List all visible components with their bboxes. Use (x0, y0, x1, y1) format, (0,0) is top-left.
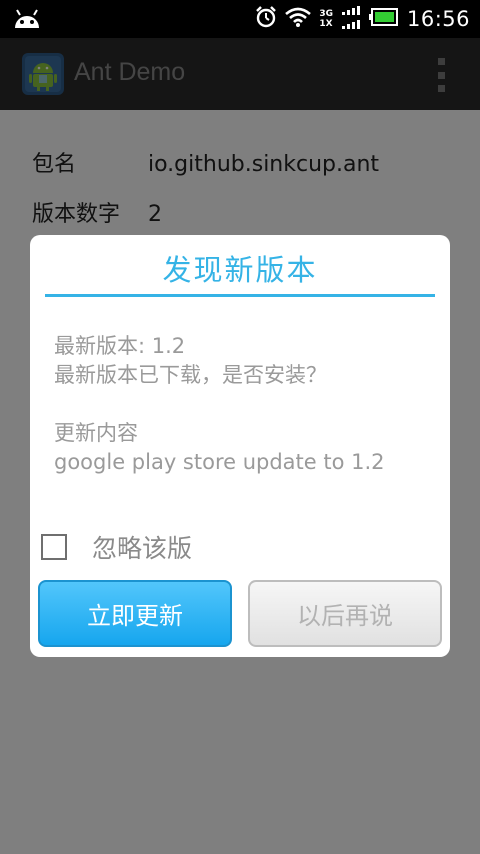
android-debug-icon (12, 6, 42, 32)
status-time: 16:56 (406, 7, 470, 31)
alarm-clock-icon (255, 6, 277, 32)
network-type: 3G 1X (319, 9, 333, 29)
battery-icon (368, 8, 399, 30)
update-now-button[interactable]: 立即更新 (38, 580, 232, 647)
changelog-text: google play store update to 1.2 (54, 450, 385, 474)
dialog-title: 发现新版本 (162, 253, 318, 287)
latest-version-text: 最新版本: 1.2 (54, 334, 186, 358)
status-bar: 3G 1X 16:56 (0, 0, 480, 38)
dialog-message: 最新版本: 1.2 最新版本已下载，是否安装？ 更新内容 google play… (54, 332, 434, 477)
status-icons: 3G 1X 16:56 (255, 0, 470, 38)
ignore-version-checkbox[interactable] (41, 534, 67, 560)
ignore-version-label: 忽略该版 (92, 534, 193, 563)
network-type-top: 3G (319, 9, 333, 19)
dialog-title-divider (45, 294, 435, 297)
wifi-icon (285, 7, 312, 31)
ignore-version-option[interactable]: 忽略该版 (41, 532, 193, 563)
message-spacer (54, 390, 434, 419)
update-dialog: 发现新版本 最新版本: 1.2 最新版本已下载，是否安装？ 更新内容 googl… (30, 235, 450, 657)
network-type-bottom: 1X (319, 19, 333, 29)
downloaded-prompt-text: 最新版本已下载，是否安装？ (54, 363, 327, 387)
later-button[interactable]: 以后再说 (248, 580, 442, 647)
signal-icon (341, 5, 361, 33)
changelog-label: 更新内容 (54, 421, 138, 445)
